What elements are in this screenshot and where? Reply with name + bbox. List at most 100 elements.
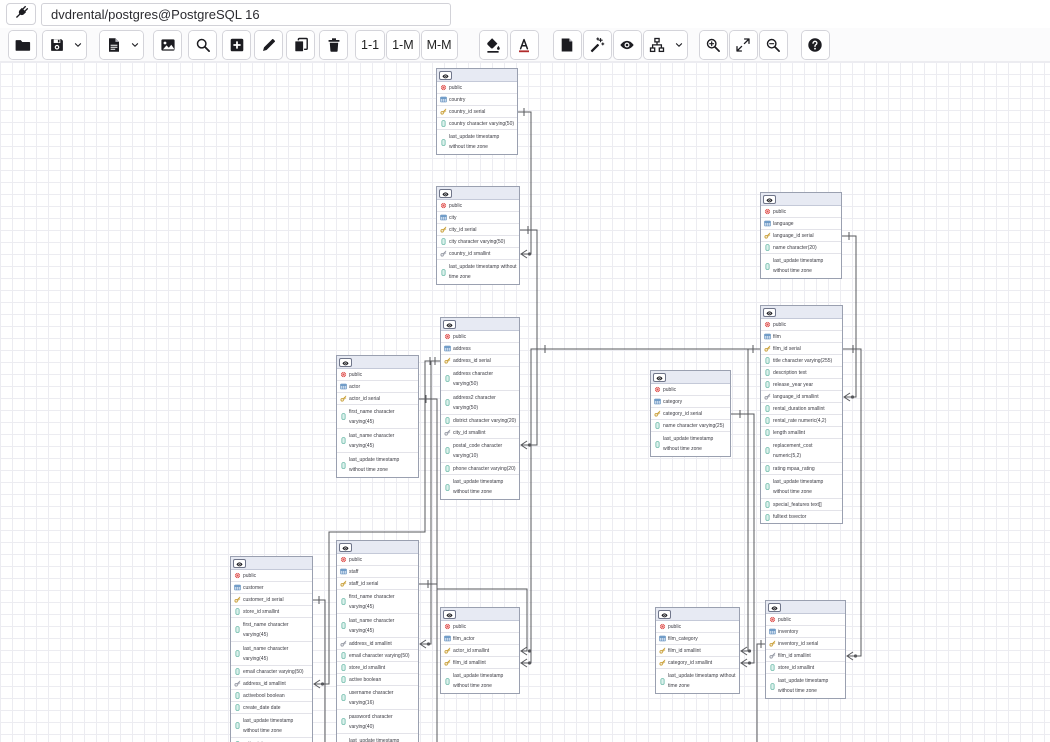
edit-table-button[interactable] (255, 31, 282, 59)
table-node-inventory[interactable]: publicinventoryinventory_id serialfilm_i… (765, 600, 846, 699)
table-name-row: customer (231, 582, 312, 594)
column-icon (764, 514, 771, 521)
save-project-button[interactable] (43, 31, 70, 59)
clone-table-button[interactable] (287, 31, 314, 59)
table-details-toggle[interactable] (439, 71, 452, 80)
table-label: inventory (778, 627, 843, 637)
eye-icon (442, 186, 449, 201)
many-cardinality-marker (314, 680, 320, 688)
column-icon (340, 694, 347, 701)
pk-label: film_id smallint (453, 658, 517, 668)
zoom-in-button[interactable] (700, 31, 727, 59)
column-icon (654, 441, 661, 448)
column-row: last_name character varying(45) (337, 429, 418, 453)
one-to-many-button-label: 1-M (389, 38, 417, 52)
table-node-header (231, 557, 312, 570)
erd-canvas[interactable]: publiccountrycountry_id serialcountry ch… (0, 62, 1050, 742)
zoom-out-icon (765, 37, 781, 53)
table-node-language[interactable]: publiclanguagelanguage_id serialname cha… (760, 192, 842, 279)
table-details-toggle[interactable] (233, 559, 246, 568)
notation-options-dropdown[interactable] (671, 31, 687, 59)
table-node-category[interactable]: publiccategorycategory_id serialname cha… (650, 370, 731, 457)
table-name-row: category (651, 396, 730, 408)
table-details-toggle[interactable] (658, 610, 671, 619)
table-details-toggle[interactable] (763, 195, 776, 204)
column-row: fulltext tsvector (761, 511, 842, 523)
zoom-in-icon (705, 37, 721, 53)
download-image-button[interactable] (154, 31, 181, 59)
table-details-toggle[interactable] (339, 358, 352, 367)
folder-icon (15, 37, 31, 53)
schema-row: public (441, 621, 519, 633)
column-row: store_id smallint (766, 662, 845, 674)
table-details-toggle[interactable] (439, 189, 452, 198)
column-label: address character varying(50) (453, 369, 517, 389)
column-label: email character varying(50) (243, 667, 310, 677)
auto-align-button[interactable] (584, 31, 611, 59)
help-button[interactable] (802, 31, 829, 59)
many-to-many-button[interactable]: M-M (422, 31, 457, 59)
chevron-down-icon (673, 39, 685, 51)
text-color-button[interactable] (511, 31, 538, 59)
column-icon (340, 462, 347, 469)
table-details-toggle[interactable] (768, 603, 781, 612)
generate-sql-button[interactable] (100, 31, 127, 59)
column-icon (444, 484, 451, 491)
fk-staff-address (420, 361, 440, 644)
connection-button[interactable] (6, 3, 36, 25)
table-node-staff[interactable]: publicstaffstaff_id serialfirst_name cha… (336, 540, 419, 742)
column-row: film_id smallint (656, 645, 739, 657)
zoom-out-button[interactable] (760, 31, 787, 59)
table-node-city[interactable]: publiccitycity_id serialcity character v… (436, 186, 520, 285)
column-row: language_id smallint (761, 391, 842, 403)
one-to-many-button[interactable]: 1-M (387, 31, 419, 59)
table-node-address[interactable]: publicaddressaddress_id serialaddress ch… (440, 317, 520, 500)
table-node-film[interactable]: publicfilmfilm_id serialtitle character … (760, 305, 843, 524)
add-note-button[interactable] (554, 31, 581, 59)
sql-options-dropdown[interactable] (127, 31, 143, 59)
table-node-customer[interactable]: publiccustomercustomer_id serialstore_id… (230, 556, 313, 742)
table-node-film_category[interactable]: publicfilm_categoryfilm_id smallintcateg… (655, 607, 740, 694)
fill-color-button[interactable] (480, 31, 507, 59)
zoom-to-fit-button[interactable] (730, 31, 757, 59)
table-details-toggle[interactable] (443, 610, 456, 619)
pk-label: category_id serial (663, 409, 728, 419)
table-details-toggle[interactable] (653, 373, 666, 382)
table-details-toggle[interactable] (443, 320, 456, 329)
many-cardinality-marker (521, 441, 527, 449)
show-details-button[interactable] (614, 31, 641, 59)
schema-row: public (231, 570, 312, 582)
chevron-down-icon (129, 39, 141, 51)
table-node-header (651, 371, 730, 384)
column-icon (769, 683, 776, 690)
save-options-dropdown[interactable] (70, 31, 86, 59)
one-to-one-button[interactable]: 1-1 (356, 31, 384, 59)
column-label: last_name character varying(45) (243, 644, 310, 664)
table-node-actor[interactable]: publicactoractor_id serialfirst_name cha… (336, 355, 419, 478)
fk-icon (234, 680, 241, 687)
open-project-button[interactable] (9, 31, 36, 59)
eye-icon (446, 317, 453, 332)
many-cardinality-dot (748, 661, 751, 664)
add-table-button[interactable] (223, 31, 250, 59)
schema-icon (340, 556, 347, 563)
column-icon (444, 375, 451, 382)
schema-label: public (668, 622, 737, 632)
column-label: fulltext tsvector (773, 512, 840, 522)
column-icon (764, 447, 771, 454)
column-label: activebool boolean (243, 691, 310, 701)
toolbar-group (222, 30, 251, 60)
search-button[interactable] (189, 31, 216, 59)
column-row: last_update timestamp without time zone (441, 669, 519, 693)
table-label: customer (243, 583, 310, 593)
column-icon (340, 413, 347, 420)
table-details-toggle[interactable] (339, 543, 352, 552)
cardinality-notation-button[interactable] (644, 31, 671, 59)
table-node-film_actor[interactable]: publicfilm_actoractor_id smallintfilm_id… (440, 607, 520, 694)
drop-table-button[interactable] (320, 31, 347, 59)
column-icon (234, 704, 241, 711)
table-label: actor (349, 382, 416, 392)
table-details-toggle[interactable] (763, 308, 776, 317)
column-row: last_update timestamp without time zone (441, 475, 519, 499)
table-node-country[interactable]: publiccountrycountry_id serialcountry ch… (436, 68, 518, 155)
